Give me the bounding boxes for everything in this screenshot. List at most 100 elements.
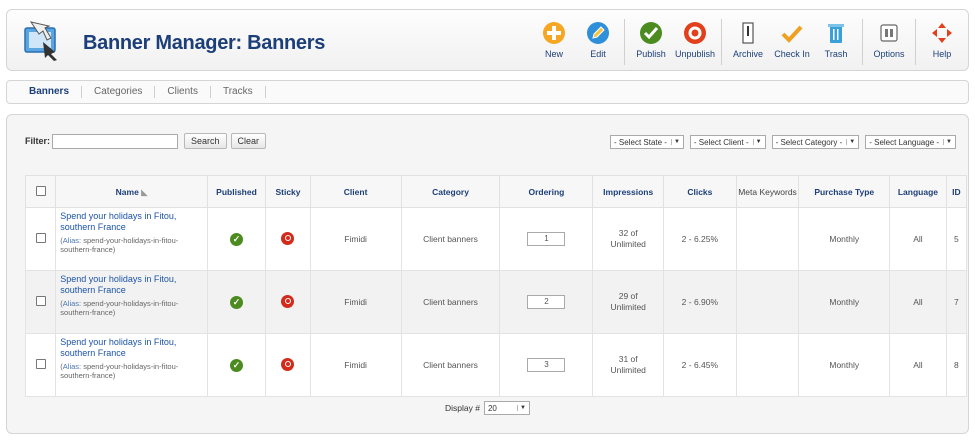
toolbar-divider [862, 19, 863, 65]
select-state[interactable]: - Select State - ▼ [610, 135, 684, 149]
meta-keywords-cell [735, 270, 800, 334]
ordering-input[interactable]: 2 [527, 295, 566, 309]
header-purchase-type[interactable]: Purchase Type [798, 175, 891, 208]
help-button[interactable]: Help [920, 16, 964, 68]
toolbar-panel: Banner Manager: Banners New Edit Publish [6, 9, 969, 71]
impressions-limit: Unlimited [610, 365, 646, 375]
banner-name-link[interactable]: Spend your holidays in Fitou, southern F… [60, 337, 202, 359]
page-title: Banner Manager: Banners [83, 32, 326, 54]
published-cell[interactable]: ✓ [206, 270, 267, 334]
options-button[interactable]: Options [867, 16, 911, 68]
tab-categories[interactable]: Categories [82, 86, 156, 98]
not-sticky-icon[interactable] [281, 357, 295, 371]
name-cell: Spend your holidays in Fitou, southern F… [55, 333, 208, 397]
row-checkbox[interactable] [35, 233, 46, 243]
meta-keywords-cell [735, 207, 800, 271]
select-client[interactable]: - Select Client - ▼ [689, 135, 766, 149]
tab-banners[interactable]: Banners [17, 86, 83, 98]
table-row: Spend your holidays in Fitou, southern F… [24, 270, 968, 334]
new-button[interactable]: New [532, 16, 576, 68]
search-button[interactable]: Search [184, 133, 227, 149]
id-cell: 7 [945, 270, 968, 334]
ordering-input[interactable]: 1 [527, 232, 566, 246]
ordering-input[interactable]: 3 [527, 358, 566, 372]
tab-clients[interactable]: Clients [155, 86, 211, 98]
pagination-footer: Display # 20 ▼ [7, 401, 968, 415]
published-check-icon[interactable]: ✓ [229, 232, 243, 246]
table-header-row: Name ◣ Published Sticky Client Category … [24, 175, 968, 208]
filter-input[interactable] [52, 133, 179, 149]
header-sticky[interactable]: Sticky [265, 175, 311, 208]
filter-selects: - Select State - ▼ - Select Client - ▼ - S… [604, 135, 956, 149]
archive-button[interactable]: Archive [726, 16, 770, 68]
not-sticky-icon[interactable] [281, 294, 295, 308]
impressions-cell: 32 of Unlimited [592, 207, 665, 271]
sticky-cell[interactable] [265, 333, 311, 397]
select-language-value: - Select Language - [869, 137, 940, 147]
select-category-value: - Select Category - [775, 137, 843, 147]
header-name[interactable]: Name ◣ [55, 175, 208, 208]
row-checkbox-cell[interactable] [24, 270, 57, 334]
unpublish-button[interactable]: Unpublish [673, 16, 717, 68]
table-row: Spend your holidays in Fitou, southern F… [24, 333, 968, 397]
checkin-button[interactable]: Check In [770, 16, 814, 68]
meta-keywords-cell [735, 333, 800, 397]
edit-button[interactable]: Edit [576, 16, 620, 68]
header-ordering[interactable]: Ordering [499, 175, 594, 208]
header-meta-keywords[interactable]: Meta Keywords [735, 175, 800, 208]
purchase-type-cell: Monthly [798, 333, 891, 397]
toolbar-divider [721, 19, 722, 65]
published-check-icon[interactable]: ✓ [229, 358, 243, 372]
clear-button[interactable]: Clear [230, 133, 267, 149]
banners-list-panel: Filter: Search Clear - Select State - ▼ -… [6, 114, 969, 434]
language-cell: All [889, 333, 947, 397]
impressions-limit: Unlimited [610, 239, 646, 249]
header-client[interactable]: Client [309, 175, 402, 208]
row-checkbox[interactable] [35, 296, 46, 306]
header-impressions[interactable]: Impressions [592, 175, 665, 208]
header-category[interactable]: Category [400, 175, 501, 208]
banner-manager-logo-icon [21, 18, 65, 62]
sticky-cell[interactable] [265, 207, 311, 271]
select-language[interactable]: - Select Language - ▼ [865, 135, 956, 149]
edit-button-label: Edit [590, 49, 606, 59]
header-id[interactable]: ID [945, 175, 968, 208]
header-language[interactable]: Language [889, 175, 947, 208]
banner-name-link[interactable]: Spend your holidays in Fitou, southern F… [60, 211, 202, 233]
category-cell: Client banners [400, 207, 501, 271]
id-cell: 8 [945, 333, 968, 397]
header-select-all[interactable] [24, 175, 57, 208]
header-clicks[interactable]: Clicks [663, 175, 737, 208]
select-all-checkbox[interactable] [35, 185, 46, 196]
published-cell[interactable]: ✓ [206, 333, 267, 397]
impressions-limit: Unlimited [610, 302, 646, 312]
row-checkbox[interactable] [35, 359, 46, 369]
trash-button[interactable]: Trash [814, 16, 858, 68]
client-cell: Fimidi [309, 333, 402, 397]
name-cell: Spend your holidays in Fitou, southern F… [55, 207, 208, 271]
language-cell: All [889, 270, 947, 334]
chevron-down-icon: ▼ [670, 139, 680, 145]
tab-tracks[interactable]: Tracks [211, 86, 266, 98]
select-category[interactable]: - Select Category - ▼ [771, 135, 860, 149]
not-sticky-icon[interactable] [281, 231, 295, 245]
options-icon [876, 20, 902, 46]
unpublish-circle-icon [682, 20, 708, 46]
checkin-button-label: Check In [774, 49, 810, 59]
published-check-icon[interactable]: ✓ [229, 295, 243, 309]
header-published[interactable]: Published [206, 175, 267, 208]
impressions-count: 29 of [618, 291, 638, 301]
publish-button[interactable]: Publish [629, 16, 673, 68]
checkmark-icon [638, 20, 664, 46]
display-count-select[interactable]: 20 ▼ [483, 401, 530, 415]
sticky-cell[interactable] [265, 270, 311, 334]
banner-alias: (Alias: spend-your-holidays-in-fitou-sou… [60, 236, 179, 254]
row-checkbox-cell[interactable] [24, 333, 57, 397]
select-state-value: - Select State - [614, 137, 667, 147]
id-cell: 5 [945, 207, 968, 271]
published-cell[interactable]: ✓ [206, 207, 267, 271]
client-cell: Fimidi [309, 270, 402, 334]
row-checkbox-cell[interactable] [24, 207, 57, 271]
options-button-label: Options [873, 49, 905, 59]
banner-name-link[interactable]: Spend your holidays in Fitou, southern F… [60, 274, 202, 296]
